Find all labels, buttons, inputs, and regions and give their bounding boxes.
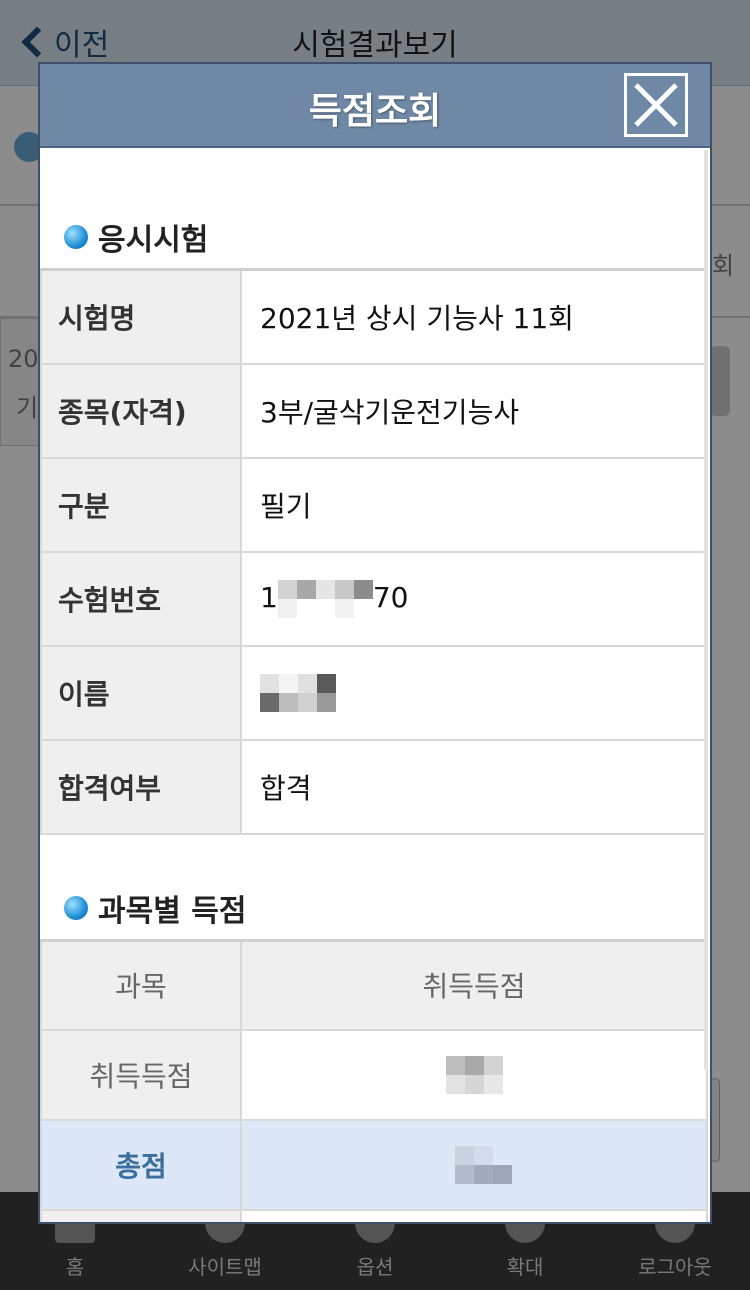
candidate-number-value: 1 70 (240, 550, 708, 647)
row-label: 종목(자격) (40, 362, 242, 459)
subject-cell: 취득득점 (40, 1029, 242, 1121)
score-cell (240, 1209, 708, 1222)
subject-cell (40, 1209, 242, 1222)
score-table: 과목 취득득점 취득득점 총점 (40, 938, 708, 1222)
total-label: 총점 (40, 1119, 242, 1211)
value-suffix: 70 (372, 580, 409, 614)
close-icon (634, 83, 678, 127)
total-score-cell (240, 1119, 708, 1211)
table-row (40, 1209, 708, 1222)
scrollbar[interactable] (704, 150, 708, 1070)
row-label: 수험번호 (40, 550, 242, 647)
table-row: 취득득점 (40, 1029, 708, 1121)
row-value: 필기 (240, 456, 708, 553)
section-title-text: 응시시험 (98, 223, 209, 258)
table-row: 합격여부 합격 (40, 738, 708, 835)
pass-status-value: 합격 (240, 738, 708, 835)
total-row: 총점 (40, 1119, 708, 1211)
bullet-icon (64, 895, 88, 920)
table-row: 수험번호 1 70 (40, 550, 708, 647)
row-label: 합격여부 (40, 738, 242, 835)
value-prefix: 1 (260, 580, 278, 614)
redacted-block (445, 1056, 503, 1094)
row-label: 이름 (40, 644, 242, 741)
close-button[interactable] (624, 73, 688, 137)
section-scores-title: 과목별 득점 (40, 835, 710, 939)
redacted-block (260, 673, 336, 712)
redacted-block (277, 579, 373, 618)
score-cell (240, 1029, 708, 1121)
redacted-block (436, 1146, 512, 1184)
section-title-text: 과목별 득점 (98, 893, 247, 929)
score-inquiry-modal: 득점조회 응시시험 시험명 2021년 상시 기능사 11회 종목(자격) 3부… (38, 62, 712, 1224)
bullet-icon (64, 225, 88, 249)
table-row: 구분 필기 (40, 456, 708, 553)
table-row: 종목(자격) 3부/굴삭기운전기능사 (40, 362, 708, 459)
table-header-row: 과목 취득득점 (40, 939, 708, 1031)
row-label: 구분 (40, 456, 242, 553)
table-row: 시험명 2021년 상시 기능사 11회 (40, 268, 708, 365)
exam-info-table: 시험명 2021년 상시 기능사 11회 종목(자격) 3부/굴삭기운전기능사 … (40, 268, 708, 835)
modal-title: 득점조회 (308, 91, 442, 132)
modal-header: 득점조회 (40, 64, 710, 148)
column-header-subject: 과목 (40, 939, 242, 1031)
row-value: 2021년 상시 기능사 11회 (240, 268, 708, 365)
row-value: 3부/굴삭기운전기능사 (240, 362, 708, 459)
section-exam-title: 응시시험 (40, 148, 710, 268)
name-value (240, 644, 708, 741)
table-row: 이름 (40, 644, 708, 741)
column-header-score: 취득득점 (240, 939, 708, 1031)
row-label: 시험명 (40, 268, 242, 365)
